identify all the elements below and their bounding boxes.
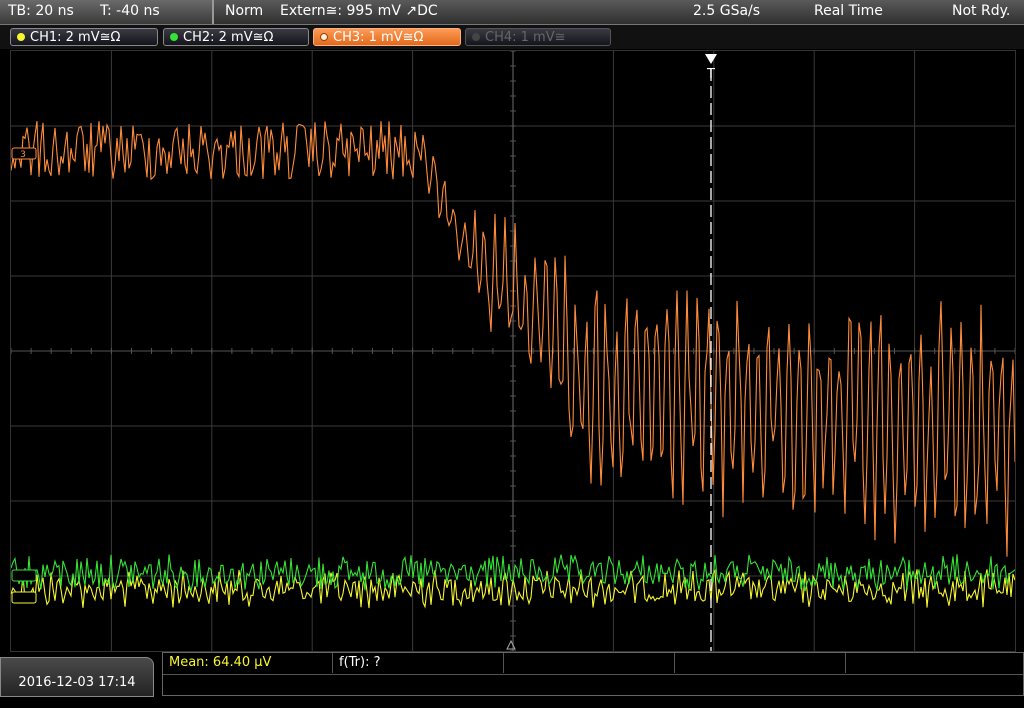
- ch2-offset-marker[interactable]: [11, 569, 37, 582]
- measurement-slot-3: [504, 653, 675, 673]
- top-status-bar: TB: 20 ns T: -40 ns Norm Extern≅: 995 mV…: [0, 0, 1024, 25]
- ch2-label: CH2: 2 mV≅Ω: [183, 30, 274, 45]
- graticule: [10, 50, 1016, 652]
- trigger-mode-label[interactable]: Norm: [225, 3, 263, 19]
- timebase-panel[interactable]: TB: 20 ns T: -40 ns: [0, 0, 214, 24]
- waveform-display[interactable]: T 3: [10, 50, 1016, 652]
- trigger-position-icon[interactable]: [705, 54, 717, 64]
- ch1-dot-icon: [17, 33, 25, 41]
- ch3-offset-marker[interactable]: 3: [11, 147, 37, 160]
- ch1-label: CH1: 2 mV≅Ω: [30, 30, 121, 45]
- channel-tab-ch1[interactable]: CH1: 2 mV≅Ω: [10, 28, 158, 46]
- waveform-svg: T 3: [10, 50, 1016, 652]
- datetime-label: 2016-12-03 17:14: [18, 675, 136, 690]
- sample-rate-label: 2.5 GSa/s: [693, 3, 761, 19]
- ch4-label: CH4: 1 mV≅: [485, 30, 566, 45]
- trigger-marker-label: T: [706, 67, 715, 82]
- ch3-marker-label: 3: [20, 150, 26, 160]
- channel-bar: CH1: 2 mV≅Ω CH2: 2 mV≅Ω CH3: 1 mV≅Ω CH4:…: [0, 25, 1024, 49]
- ch4-dot-icon: [472, 33, 480, 41]
- ch1-offset-marker[interactable]: [11, 591, 37, 604]
- ch2-dot-icon: [170, 33, 178, 41]
- measurement-divider: [163, 674, 1023, 675]
- measurement-slot-4: [675, 653, 846, 673]
- acquisition-mode-label: Real Time: [814, 3, 883, 19]
- channel-tab-ch3[interactable]: CH3: 1 mV≅Ω: [313, 28, 461, 46]
- channel-tab-ch4[interactable]: CH4: 1 mV≅: [465, 28, 611, 46]
- measurement-slot-5: [846, 653, 1023, 673]
- datetime-panel: 2016-12-03 17:14: [0, 657, 154, 697]
- timebase-label: TB: 20 ns: [8, 3, 74, 19]
- rise-time-freq-measurement: f(Tr): ?: [333, 653, 504, 673]
- trigger-source-label[interactable]: Extern≅: 995 mV ↗DC: [280, 3, 438, 19]
- ch3-dot-icon: [320, 33, 328, 41]
- channel-tab-ch2[interactable]: CH2: 2 mV≅Ω: [163, 28, 309, 46]
- measurement-panel[interactable]: Mean: 64.40 µV f(Tr): ?: [162, 652, 1024, 696]
- run-status-label: Not Rdy.: [952, 3, 1011, 19]
- ch3-label: CH3: 1 mV≅Ω: [333, 30, 424, 45]
- mean-measurement: Mean: 64.40 µV: [163, 653, 333, 673]
- horizontal-reference-icon: [506, 639, 516, 650]
- trigger-time-label: T: -40 ns: [100, 3, 160, 19]
